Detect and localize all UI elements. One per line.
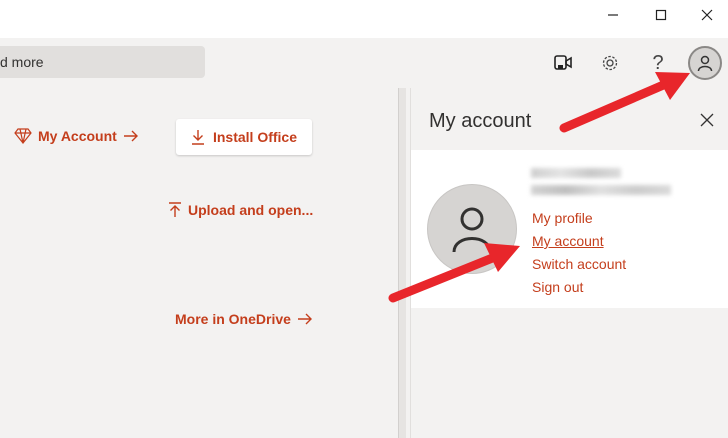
my-account-link-label: My Account (38, 128, 117, 144)
my-account-link[interactable]: My Account (14, 128, 139, 144)
avatar-icon (697, 55, 713, 72)
diamond-icon (14, 128, 32, 144)
panel-close-button[interactable] (697, 110, 717, 130)
account-panel: My account My profile My account Switch … (410, 88, 728, 438)
switch-account-link[interactable]: Switch account (532, 256, 626, 272)
blurred-email (531, 185, 671, 195)
arrow-right-icon (123, 130, 138, 142)
app-header: d more ? (0, 38, 728, 88)
close-icon (701, 9, 713, 21)
install-office-label: Install Office (212, 129, 298, 145)
maximize-icon (655, 9, 667, 21)
help-icon: ? (652, 51, 664, 74)
panel-title: My account (429, 110, 532, 132)
blurred-name (531, 168, 621, 178)
scrollbar[interactable] (398, 88, 406, 438)
upload-and-open-link[interactable]: Upload and open... (168, 202, 313, 218)
arrow-right-icon (297, 313, 312, 325)
account-card: My profile My account Switch account Sig… (411, 150, 728, 308)
upload-icon (169, 202, 181, 217)
account-avatar-button[interactable] (688, 46, 722, 80)
upload-and-open-label: Upload and open... (188, 202, 314, 218)
teams-meet-button[interactable] (545, 45, 581, 81)
title-bar (0, 0, 728, 38)
my-profile-link[interactable]: My profile (532, 210, 593, 226)
download-icon (191, 130, 204, 145)
person-icon (452, 207, 492, 253)
more-in-onedrive-label: More in OneDrive (175, 311, 291, 327)
minimize-icon (608, 14, 618, 16)
search-box[interactable]: d more (0, 46, 205, 78)
sign-out-link[interactable]: Sign out (532, 279, 583, 295)
more-in-onedrive-link[interactable]: More in OneDrive (175, 311, 313, 327)
profile-avatar (427, 184, 517, 274)
search-text: d more (0, 54, 44, 70)
main-content: My Account Install Office Upload and ope… (0, 88, 400, 438)
close-window-button[interactable] (684, 0, 728, 30)
maximize-button[interactable] (638, 0, 684, 30)
my-account-panel-link[interactable]: My account (532, 233, 604, 249)
close-icon (700, 113, 714, 127)
help-button[interactable]: ? (640, 45, 676, 81)
minimize-button[interactable] (590, 0, 636, 30)
install-office-button[interactable]: Install Office (176, 119, 312, 155)
settings-button[interactable] (592, 45, 628, 81)
teams-meet-icon (554, 55, 572, 70)
gear-icon (602, 55, 618, 71)
